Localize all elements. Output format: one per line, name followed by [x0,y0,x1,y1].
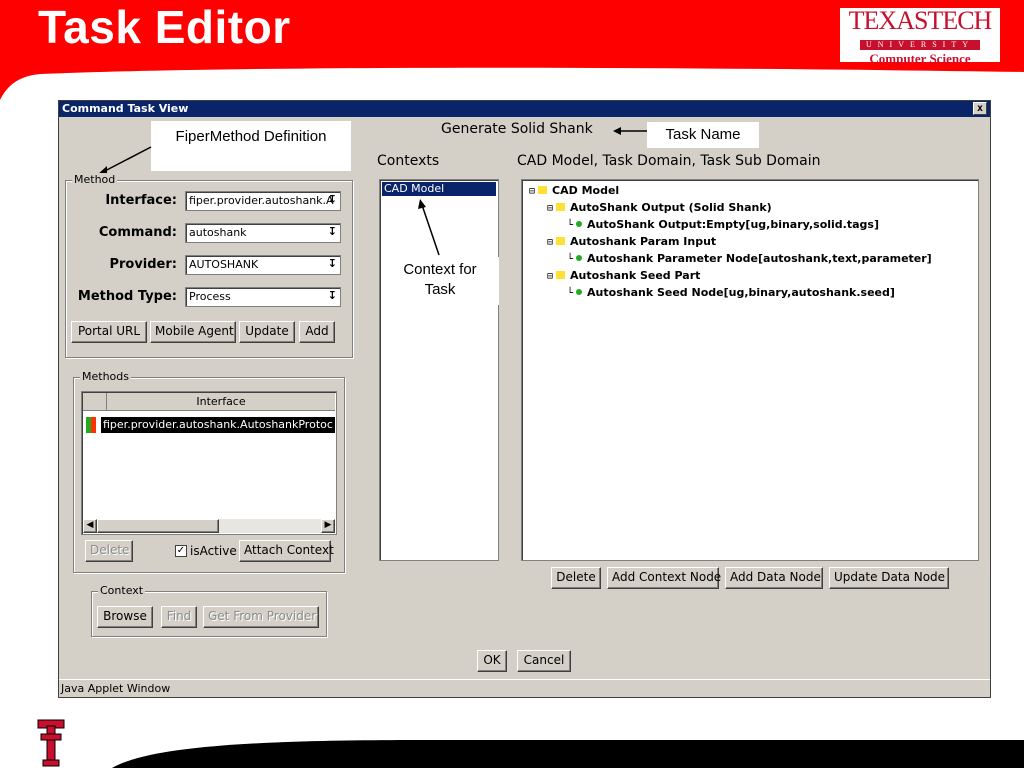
tree-leaf-seed-node[interactable]: └ Autoshank Seed Node[ug,binary,autoshank… [567,286,895,299]
tree-elbow-icon: └ [567,220,574,231]
tree-node-autoshank-output[interactable]: ⊟ AutoShank Output (Solid Shank) [547,201,772,214]
add-button[interactable]: Add [299,321,335,343]
provider-value: AUTOSHANK [189,258,259,271]
collapse-icon[interactable]: ⊟ [547,271,553,282]
status-marker-icon [91,417,96,433]
methods-table-row[interactable]: fiper.provider.autoshank.AutoshankProtoc [101,417,335,433]
dropdown-arrow-icon: ↧ [327,257,337,270]
tree-leaf-autoshank-output-empty[interactable]: └ AutoShank Output:Empty[ug,binary,solid.… [567,218,879,231]
interface-combo[interactable]: fiper.provider.autoshank.A ↧ [185,191,341,211]
dropdown-arrow-icon: ↧ [327,193,337,206]
portal-url-button[interactable]: Portal URL [71,321,147,343]
methods-table [81,391,337,535]
tree-node-label: CAD Model [552,184,620,197]
tree-node-label: Autoshank Seed Part [570,269,701,282]
tree-node-label: AutoShank Output (Solid Shank) [570,201,772,214]
method-legend: Method [72,173,118,186]
dropdown-arrow-icon: ↧ [327,225,337,238]
folder-icon [538,186,548,194]
collapse-icon[interactable]: ⊟ [547,203,553,214]
tree-heading: CAD Model, Task Domain, Task Sub Domain [517,153,821,169]
collapse-icon[interactable]: ⊟ [529,186,535,197]
folder-icon [556,203,566,211]
provider-label: Provider: [109,257,177,272]
add-context-node-button[interactable]: Add Context Node [607,567,721,589]
attach-context-button[interactable]: Attach Context [239,540,334,562]
contexts-heading: Contexts [377,153,440,169]
dropdown-arrow-icon: ↧ [327,289,337,302]
annotation-arrow-context [418,199,440,256]
interface-value: fiper.provider.autoshank.A [189,194,334,207]
data-node-icon [576,255,583,261]
close-icon[interactable]: x [973,102,987,115]
tree-node-param-input[interactable]: ⊟ Autoshank Param Input [547,235,716,248]
update-button[interactable]: Update [239,321,295,343]
tree-node-label: Autoshank Parameter Node[autoshank,text,… [587,252,932,265]
method-type-combo[interactable]: Process ↧ [185,287,341,307]
logo-line3: Computer Science [869,51,971,66]
browse-button[interactable]: Browse [97,606,153,628]
window-titlebar: Command Task View x [59,101,990,117]
tree-node-root[interactable]: ⊟ CAD Model [529,184,619,197]
logo-line2: UNIVERSITY [860,40,980,50]
data-node-icon [576,221,583,227]
context-legend: Context [98,584,146,597]
methods-column-header[interactable]: Interface [107,393,335,411]
contexts-list-item-selected[interactable]: CAD Model [382,182,496,196]
methods-table-corner [83,393,107,411]
logo-line1: TEXASTECH [848,6,993,35]
add-data-node-button[interactable]: Add Data Node [725,567,823,589]
window-title: Command Task View [62,102,189,115]
tree-node-label: AutoShank Output:Empty[ug,binary,solid.t… [587,218,879,231]
method-type-label: Method Type: [77,289,177,304]
contexts-item-label: CAD Model [384,182,445,195]
command-task-view-window: Command Task View x FiperMethod Definiti… [58,100,991,698]
folder-icon [556,237,566,245]
data-node-icon [576,289,583,295]
folder-icon [556,271,566,279]
tree-delete-button[interactable]: Delete [551,567,601,589]
mobile-agent-button[interactable]: Mobile Agent [150,321,236,343]
methods-legend: Methods [80,370,131,383]
is-active-label: isActive [190,544,237,558]
tree-node-label: Autoshank Seed Node[ug,binary,autoshank.… [587,286,895,299]
annotation-fipermethod: FiperMethod Definition [151,121,351,171]
scroll-thumb[interactable] [97,519,219,533]
cancel-button[interactable]: Cancel [517,650,571,672]
scroll-left-icon[interactable]: ◀ [83,519,97,533]
ok-button[interactable]: OK [477,650,507,672]
update-data-node-button[interactable]: Update Data Node [829,567,949,589]
methods-row-interface: fiper.provider.autoshank.AutoshankProtoc [103,418,333,431]
tree-node-label: Autoshank Param Input [570,235,717,248]
command-combo[interactable]: autoshank ↧ [185,223,341,243]
tree-leaf-parameter-node[interactable]: └ Autoshank Parameter Node[autoshank,text… [567,252,932,265]
scroll-right-icon[interactable]: ▶ [321,519,335,533]
command-label: Command: [98,225,177,240]
methods-delete-button[interactable]: Delete [85,540,133,562]
status-text: Java Applet Window [61,682,171,695]
task-name-value: Generate Solid Shank [441,121,593,137]
annotation-task-name: Task Name [647,122,759,148]
texas-tech-logo: TEXASTECH UNIVERSITY Computer Science [840,6,1000,66]
method-type-value: Process [189,290,231,303]
interface-label: Interface: [105,193,177,208]
tree-elbow-icon: └ [567,254,574,265]
get-from-provider-button[interactable]: Get From Provider [203,606,319,628]
collapse-icon[interactable]: ⊟ [547,237,553,248]
annotation-context-line1: Context for [403,261,477,278]
command-value: autoshank [189,226,247,239]
annotation-context-for-task: Context for Task [381,257,499,305]
slide-title: Task Editor [38,1,291,53]
find-button[interactable]: Find [161,606,197,628]
tree-node-seed-part[interactable]: ⊟ Autoshank Seed Part [547,269,700,282]
provider-combo[interactable]: AUTOSHANK ↧ [185,255,341,275]
is-active-checkbox[interactable]: ✓ [175,545,187,557]
tree-elbow-icon: └ [567,288,574,299]
annotation-context-line2: Task [424,281,456,298]
double-t-logo [37,719,65,767]
status-bar: Java Applet Window [59,679,990,697]
slide-footer [37,719,1024,768]
